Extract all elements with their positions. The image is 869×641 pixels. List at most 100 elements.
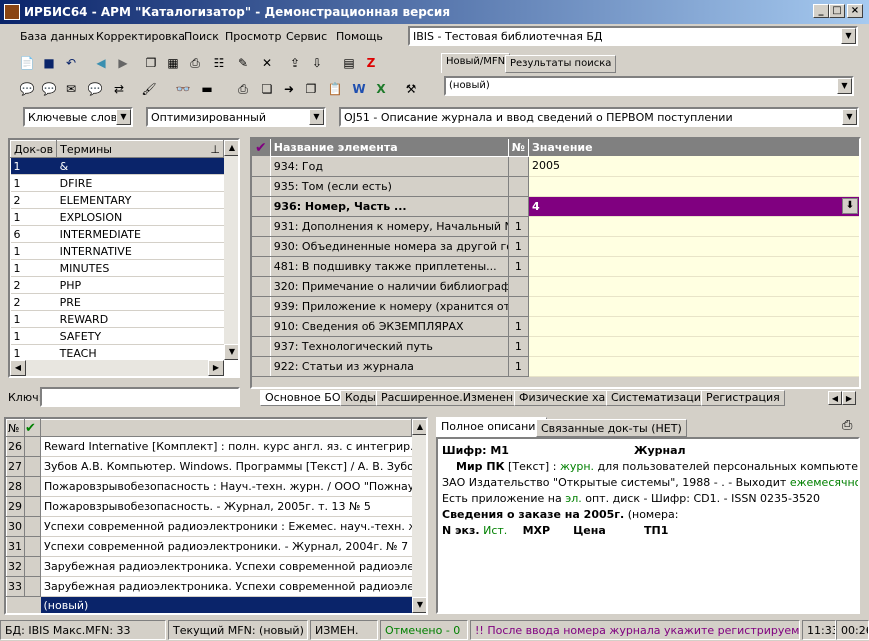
dictionary-row[interactable]: 2 PHP xyxy=(10,276,224,294)
folder-icon[interactable]: ▬ xyxy=(198,80,216,98)
chevron-down-icon[interactable]: ▼ xyxy=(841,28,856,44)
back-icon[interactable]: ◀ xyxy=(92,54,110,72)
editor-row[interactable]: 481: В подшивку также приплетены... 1 xyxy=(252,255,859,277)
tab-codes[interactable]: Коды xyxy=(340,390,381,406)
record-row[interactable]: 33 Зарубежная радиоэлектроника. Успехи со… xyxy=(6,576,412,597)
forward-icon[interactable]: ▶ xyxy=(114,54,132,72)
chevron-down-icon[interactable]: ▼ xyxy=(116,109,131,125)
scroll-up-icon[interactable]: ▲ xyxy=(224,140,238,156)
editor-row[interactable]: 922: Статьи из журнала 1 xyxy=(252,355,859,377)
dropdown-arrow-icon[interactable]: ⬇ xyxy=(842,197,858,214)
element-value[interactable]: 2005 xyxy=(528,156,859,177)
element-value[interactable] xyxy=(528,236,859,257)
dictionary-row[interactable]: 6 INTERMEDIATE xyxy=(10,225,224,243)
tab-physical[interactable]: Физические хар. xyxy=(514,390,621,406)
editor-row[interactable]: 910: Сведения об ЭКЗЕМПЛЯРАХ 1 xyxy=(252,315,859,337)
element-value[interactable] xyxy=(528,276,859,297)
tab-new-mfn[interactable]: Новый/MFN xyxy=(441,53,511,73)
scroll-up-icon[interactable]: ▲ xyxy=(412,419,426,435)
tab-left-icon[interactable]: ◀ xyxy=(828,391,842,405)
tab-search-results[interactable]: Результаты поиска xyxy=(505,55,617,73)
docs-icon[interactable]: ❏ xyxy=(258,80,276,98)
z-icon[interactable]: Z xyxy=(362,54,380,72)
record-row[interactable]: 29 Пожаровзрывобезопасность. - Журнал, 20… xyxy=(6,496,412,517)
check-column-icon[interactable]: ✔ xyxy=(24,419,41,437)
close-button[interactable]: × xyxy=(847,4,863,18)
film-icon[interactable]: ▤ xyxy=(340,54,358,72)
dictionary-row[interactable]: 1 REWARD xyxy=(10,310,224,328)
undo-icon[interactable]: ↶ xyxy=(62,54,80,72)
delete-icon[interactable]: ✕ xyxy=(258,54,276,72)
copy2-icon[interactable]: ❐ xyxy=(302,80,320,98)
dictionary-row[interactable]: 1 INTERNATIVE xyxy=(10,242,224,260)
copy-icon[interactable]: ❐ xyxy=(142,54,160,72)
mail-icon[interactable]: ✉ xyxy=(62,80,80,98)
print-icon[interactable]: ⎙ xyxy=(186,54,204,72)
minimize-button[interactable]: _ xyxy=(813,4,829,18)
record-row[interactable]: 30 Успехи современной радиоэлектроники : … xyxy=(6,516,412,537)
search-type-select[interactable]: Ключевые слова ▼ xyxy=(23,107,133,127)
network-icon[interactable]: ⇄ xyxy=(110,80,128,98)
record-row[interactable]: 32 Зарубежная радиоэлектроника. Успехи со… xyxy=(6,556,412,577)
database-select[interactable]: IBIS - Тестовая библиотечная БД ▼ xyxy=(408,26,858,46)
comment3-icon[interactable]: 💬 xyxy=(86,80,104,98)
element-value[interactable] xyxy=(528,336,859,357)
editor-row[interactable]: 931: Дополнения к номеру, Начальный N в … xyxy=(252,215,859,237)
chevron-down-icon[interactable]: ▼ xyxy=(837,78,852,94)
element-value[interactable] xyxy=(528,316,859,337)
element-value[interactable] xyxy=(528,176,859,197)
glasses-icon[interactable]: 👓 xyxy=(174,80,192,98)
dictionary-row[interactable]: 2 PRE xyxy=(10,293,224,311)
col-docs[interactable]: Док-ов xyxy=(10,140,58,158)
tab-registration[interactable]: Регистрация xyxy=(701,390,785,406)
editor-row[interactable]: 930: Объединенные номера за другой год 1 xyxy=(252,235,859,257)
edit-icon[interactable]: ✎ xyxy=(234,54,252,72)
printer-icon[interactable]: ⎙ xyxy=(234,80,252,98)
excel-icon[interactable]: X xyxy=(372,80,390,98)
menu-search[interactable]: Поиск xyxy=(184,30,219,43)
dictionary-row[interactable]: 1 MINUTES xyxy=(10,259,224,277)
import-icon[interactable]: ⇩ xyxy=(308,54,326,72)
menu-help[interactable]: Помощь xyxy=(336,30,383,43)
tab-linked-docs[interactable]: Связанные док-ты (НЕТ) xyxy=(536,419,687,437)
comment-icon[interactable]: 💬 xyxy=(18,80,36,98)
new-mfn-select[interactable]: (новый) ▼ xyxy=(444,76,854,96)
dictionary-row[interactable]: 1 & xyxy=(10,157,224,175)
word-icon[interactable]: W xyxy=(350,80,368,98)
tab-right-icon[interactable]: ▶ xyxy=(842,391,856,405)
dictionary-row[interactable]: 1 DFIRE xyxy=(10,174,224,192)
record-row[interactable]: 28 Пожаровзрывобезопасность : Науч.-техн.… xyxy=(6,476,412,497)
brush-icon[interactable]: 🖌 xyxy=(140,80,158,98)
scroll-down-icon[interactable]: ▼ xyxy=(412,597,426,613)
pin-icon[interactable]: ⊥ xyxy=(210,143,220,156)
element-value[interactable] xyxy=(528,256,859,277)
checkmark-icon[interactable]: ✔ xyxy=(252,139,270,156)
tree-icon[interactable]: ☷ xyxy=(210,54,228,72)
key-input[interactable] xyxy=(40,387,240,407)
editor-row[interactable]: 934: Год 2005 xyxy=(252,155,859,177)
tab-main-bo[interactable]: Основное БО xyxy=(260,390,346,406)
app-icon[interactable] xyxy=(4,4,20,20)
export-icon[interactable]: ⇪ xyxy=(286,54,304,72)
tab-systematization[interactable]: Систематизация xyxy=(606,390,713,406)
menu-edit[interactable]: Корректировка xyxy=(96,30,185,43)
records-scrollbar[interactable]: ▲ ▼ xyxy=(412,419,426,613)
menu-service[interactable]: Сервис xyxy=(286,30,327,43)
maximize-button[interactable]: □ xyxy=(829,4,845,18)
element-value[interactable] xyxy=(528,216,859,237)
menu-database[interactable]: База данных xyxy=(20,30,94,43)
worksheet-select[interactable]: OJ51 - Описание журнала и ввод сведений … xyxy=(339,107,859,127)
editor-row[interactable]: 935: Том (если есть) xyxy=(252,175,859,197)
dictionary-row[interactable]: 1 EXPLOSION xyxy=(10,208,224,226)
scroll-left-icon[interactable]: ◀ xyxy=(10,360,26,376)
new-doc-icon[interactable]: 📄 xyxy=(18,54,36,72)
dictionary-row[interactable]: 1 TEACH xyxy=(10,344,224,362)
chevron-down-icon[interactable]: ▼ xyxy=(309,109,324,125)
new-record-row[interactable]: (новый) xyxy=(6,596,412,613)
mode-select[interactable]: Оптимизированный ▼ xyxy=(146,107,326,127)
dictionary-row[interactable]: 1 SAFETY xyxy=(10,327,224,345)
record-row[interactable]: 31 Успехи современной радиоэлектроники. -… xyxy=(6,536,412,557)
print-description-icon[interactable]: ⎙ xyxy=(842,418,852,433)
doc-arrow-icon[interactable]: ➜ xyxy=(280,80,298,98)
editor-row[interactable]: 937: Технологический путь 1 xyxy=(252,335,859,357)
